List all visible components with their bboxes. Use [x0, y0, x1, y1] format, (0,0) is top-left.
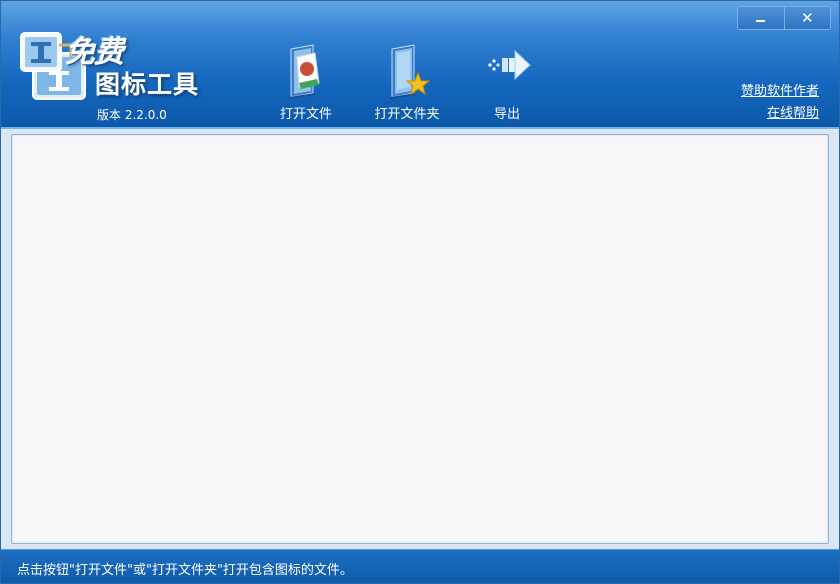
- open-folder-icon: [390, 44, 431, 99]
- app-window: ✕ 免费 图标工具 版本 2.2.0.0 打开文件 打开文件夹 导出 赞助软件作…: [0, 0, 840, 584]
- status-text: 点击按钮"打开文件"或"打开文件夹"打开包含图标的文件。: [17, 563, 353, 578]
- close-icon: ✕: [800, 8, 814, 27]
- open-file-button[interactable]: 打开文件: [261, 43, 351, 123]
- open-folder-button[interactable]: 打开文件夹: [362, 43, 452, 123]
- close-button[interactable]: ✕: [783, 7, 831, 29]
- open-folder-label: 打开文件夹: [374, 107, 440, 122]
- header-banner: ✕ 免费 图标工具 版本 2.2.0.0 打开文件 打开文件夹 导出 赞助软件作…: [1, 1, 839, 129]
- logo-app-name: 图标工具: [95, 70, 200, 99]
- online-help-link[interactable]: 在线帮助: [741, 103, 819, 125]
- minimize-button[interactable]: [738, 7, 784, 29]
- minimize-icon: [756, 20, 766, 22]
- export-arrow-icon: [488, 49, 531, 81]
- export-label: 导出: [493, 107, 520, 122]
- icon-list-panel[interactable]: [11, 134, 829, 544]
- app-version: 版本 2.2.0.0: [97, 108, 167, 122]
- status-bar: 点击按钮"打开文件"或"打开文件夹"打开包含图标的文件。: [1, 549, 839, 583]
- app-logo: 免费 图标工具 版本 2.2.0.0: [15, 27, 215, 127]
- export-button[interactable]: 导出: [462, 43, 552, 123]
- sponsor-author-link[interactable]: 赞助软件作者: [741, 81, 819, 103]
- header-links: 赞助软件作者 在线帮助: [741, 81, 819, 125]
- window-controls: ✕: [737, 6, 831, 30]
- open-file-label: 打开文件: [279, 107, 332, 122]
- content-frame: [1, 129, 839, 549]
- open-file-icon: [289, 44, 320, 99]
